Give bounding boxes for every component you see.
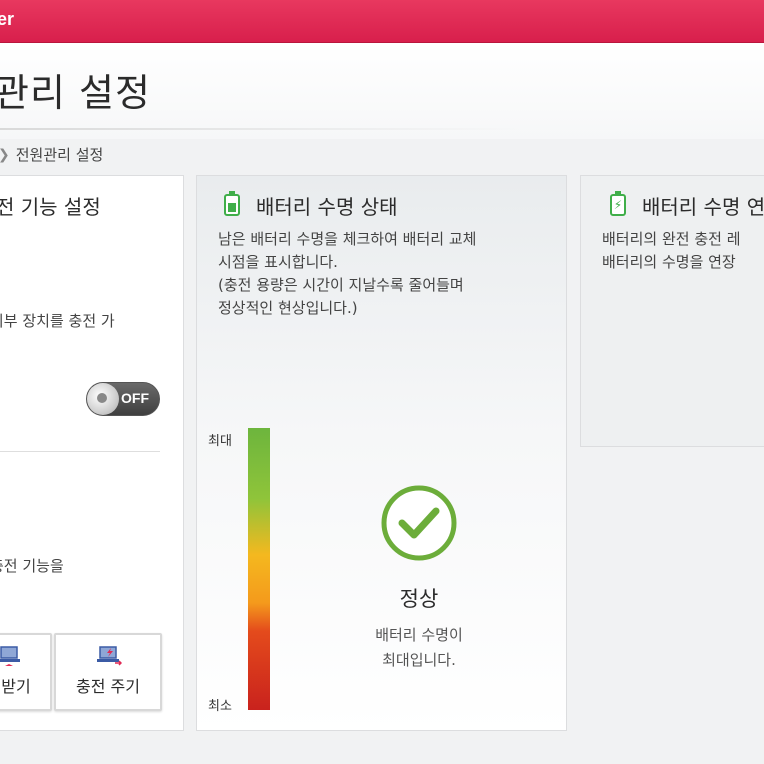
left-panel-divider bbox=[0, 451, 160, 452]
usb-charge-toggle[interactable]: OFF bbox=[86, 382, 160, 416]
usb-charge-desc-text: 외부 장치를 충전 가 bbox=[0, 312, 115, 330]
battery-extend-desc: 배터리의 완전 충전 레 배터리의 수명을 연장 bbox=[602, 230, 741, 271]
title-bar: er bbox=[0, 0, 764, 43]
header-divider bbox=[0, 128, 520, 130]
chevron-right-icon: ❯ bbox=[0, 147, 10, 163]
battery-status: 정상 bbox=[399, 587, 439, 611]
battery-life-title: 배터리 수명 상태 bbox=[256, 195, 398, 219]
battery-extend-title: 배터리 수명 연 bbox=[642, 195, 764, 219]
battery-life-desc: 남은 배터리 수명을 체크하여 배터리 교체 시점을 표시합니다. (충전 용량… bbox=[218, 230, 477, 317]
battery-status-desc-2: 최대입니다. bbox=[382, 651, 456, 669]
gauge-max-label: 최대 bbox=[208, 434, 232, 449]
laptop-receive-icon bbox=[0, 646, 20, 666]
give-charge-label: 충전 주기 bbox=[76, 677, 140, 696]
breadcrumb: ❯ 전원관리 설정 bbox=[0, 144, 103, 165]
checkmark-circle-icon bbox=[381, 485, 457, 561]
page-title: 관리 설정 bbox=[0, 71, 151, 115]
give-charge-button[interactable]: 충전 주기 bbox=[54, 633, 162, 711]
usb-charge-title: 전 기능 설정 bbox=[0, 195, 101, 219]
share-charge-desc: · 충전 기능을 bbox=[0, 509, 64, 578]
charging-bolt: ⚡ bbox=[613, 198, 623, 212]
toggle-knob bbox=[87, 383, 119, 415]
battery-icon bbox=[224, 191, 240, 216]
gauge-min-label: 최소 bbox=[208, 699, 232, 714]
app-title: er bbox=[0, 9, 15, 29]
breadcrumb-current[interactable]: 전원관리 설정 bbox=[16, 144, 104, 165]
laptop-give-icon bbox=[97, 646, 122, 666]
battery-life-gauge bbox=[248, 428, 270, 710]
usb-charge-desc: · 외부 장치를 충전 가 bbox=[0, 264, 115, 333]
battery-charging-icon: ⚡ bbox=[610, 191, 626, 216]
battery-status-desc-1: 배터리 수명이 bbox=[375, 626, 463, 644]
toggle-state: OFF bbox=[121, 390, 149, 406]
receive-charge-button[interactable]: 받기 bbox=[0, 633, 52, 711]
receive-charge-label: 받기 bbox=[1, 677, 31, 696]
share-charge-desc-text: 충전 기능을 bbox=[0, 557, 64, 575]
